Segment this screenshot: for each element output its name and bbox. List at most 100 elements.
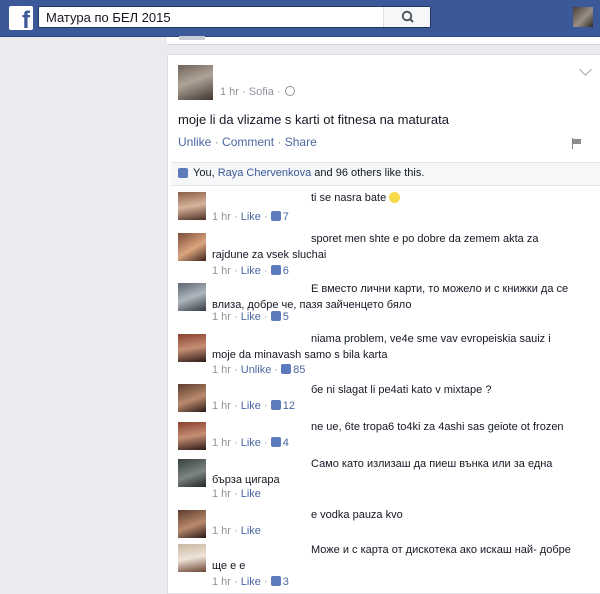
chevron-down-icon[interactable] — [579, 63, 592, 76]
post-card: 1 hr · Sofia · moje li da vlizame s kart… — [167, 54, 600, 594]
globe-icon — [284, 86, 295, 96]
facebook-logo-icon[interactable]: f — [9, 6, 33, 33]
comment-3: Е вместо лични карти, то можело и с книж… — [168, 280, 600, 332]
previous-post-fragment — [167, 36, 600, 45]
like-count[interactable]: 7 — [283, 211, 289, 223]
commenter-name-redacted — [212, 507, 311, 520]
post-location[interactable]: Sofia — [249, 86, 274, 98]
unlike-link[interactable]: Unlike — [241, 364, 272, 376]
likes-summary: You, Raya Chervenkova and 96 others like… — [171, 162, 600, 186]
thumbs-up-icon — [270, 265, 281, 275]
share-link[interactable]: Share — [285, 135, 317, 149]
comment-time[interactable]: 1 hr — [212, 364, 231, 376]
comment-text: бе ni slagat li pe4ati kato v mixtape ? — [311, 384, 492, 396]
commenter-avatar[interactable] — [178, 192, 206, 220]
comment-time[interactable]: 1 hr — [212, 311, 231, 323]
post-author-avatar[interactable] — [178, 65, 213, 100]
like-count[interactable]: 6 — [283, 265, 289, 277]
commenter-avatar[interactable] — [178, 544, 206, 572]
comment-text: ti se nasra bate — [311, 192, 387, 204]
comment-meta: 1 hr · Like · 5 — [212, 311, 289, 323]
comment-text-line: niama problem, ve4e sme vav evropeiskia … — [212, 331, 572, 363]
likes-prefix: You, — [193, 167, 218, 179]
comment-time[interactable]: 1 hr — [212, 265, 231, 277]
like-count[interactable]: 85 — [293, 364, 305, 376]
comment-8: e vodka pauza kvo 1 hr · Like — [168, 505, 600, 545]
thumbs-up-icon — [270, 311, 281, 321]
thumbs-up-icon — [270, 211, 281, 221]
comment-6: ne ue, 6te tropa6 to4ki za 4ashi sas gei… — [168, 418, 600, 458]
comment-text-line: e vodka pauza kvo — [212, 507, 572, 523]
commenter-avatar[interactable] — [178, 283, 206, 311]
comment-time[interactable]: 1 hr — [212, 576, 231, 588]
commenter-name-redacted — [212, 542, 311, 555]
like-link[interactable]: Like — [241, 211, 261, 223]
commenter-name-redacted — [212, 231, 311, 244]
unlike-link[interactable]: Unlike — [178, 135, 211, 149]
like-link[interactable]: Like — [241, 525, 261, 537]
comment-meta: 1 hr · Unlike · 85 — [212, 364, 306, 376]
like-link[interactable]: Like — [241, 400, 261, 412]
likes-suffix: and 96 others like this. — [311, 167, 425, 179]
like-count[interactable]: 5 — [283, 311, 289, 323]
comment-time[interactable]: 1 hr — [212, 400, 231, 412]
comment-link[interactable]: Comment — [222, 135, 274, 149]
like-count[interactable]: 4 — [283, 437, 289, 449]
like-link[interactable]: Like — [241, 576, 261, 588]
report-flag-icon[interactable] — [572, 138, 582, 149]
post-time[interactable]: 1 hr — [220, 86, 239, 98]
search-button[interactable] — [383, 7, 430, 27]
like-link[interactable]: Like — [241, 488, 261, 500]
post-actions: Unlike · Comment · Share — [178, 135, 317, 149]
profile-avatar[interactable] — [573, 7, 593, 27]
commenter-name-redacted — [212, 382, 311, 395]
comment-meta: 1 hr · Like · 3 — [212, 576, 289, 588]
comment-meta: 1 hr · Like · 6 — [212, 265, 289, 277]
comment-text-line: Само като излизаш да пиеш вънка или за е… — [212, 456, 572, 488]
comment-text: ne ue, 6te tropa6 to4ki za 4ashi sas gei… — [311, 421, 564, 433]
comment-text-line: ti se nasra bate — [212, 190, 572, 206]
like-link[interactable]: Like — [241, 311, 261, 323]
like-link[interactable]: Like — [241, 265, 261, 277]
comment-meta: 1 hr · Like · 12 — [212, 400, 295, 412]
commenter-name-redacted — [212, 419, 311, 432]
comment-9: Може и с карта от дискотека ако искаш на… — [168, 542, 600, 594]
comment-meta: 1 hr · Like — [212, 525, 261, 537]
commenter-avatar[interactable] — [178, 233, 206, 261]
like-link[interactable]: Like — [241, 437, 261, 449]
smile-emoji-icon — [389, 192, 401, 203]
like-count[interactable]: 3 — [283, 576, 289, 588]
post-text: moje li da vlizame s karti ot fitnesa na… — [178, 112, 449, 127]
comment-text: e vodka pauza kvo — [311, 509, 403, 521]
search-input[interactable]: Матура по БЕЛ 2015 — [38, 6, 431, 28]
search-value: Матура по БЕЛ 2015 — [46, 10, 171, 25]
search-icon — [401, 10, 414, 23]
comment-meta: 1 hr · Like · 4 — [212, 437, 289, 449]
comment-text-line: ne ue, 6te tropa6 to4ki za 4ashi sas gei… — [212, 419, 572, 435]
comment-text-line: Е вместо лични карти, то можело и с книж… — [212, 281, 572, 313]
commenter-avatar[interactable] — [178, 510, 206, 538]
commenter-avatar[interactable] — [178, 459, 206, 487]
comment-meta: 1 hr · Like — [212, 488, 261, 500]
comment-text-line: sporet men shte e po dobre da zemem akta… — [212, 231, 572, 263]
comment-4: niama problem, ve4e sme vav evropeiskia … — [168, 331, 600, 383]
thumbs-up-icon — [270, 400, 281, 410]
commenter-avatar[interactable] — [178, 422, 206, 450]
commenter-name-redacted — [212, 190, 311, 203]
comment-time[interactable]: 1 hr — [212, 488, 231, 500]
commenter-name-redacted — [212, 331, 311, 344]
left-column — [0, 37, 159, 594]
commenter-name-redacted — [212, 456, 311, 469]
like-count[interactable]: 12 — [283, 400, 295, 412]
liker-name-link[interactable]: Raya Chervenkova — [218, 167, 312, 179]
comment-2: sporet men shte e po dobre da zemem akta… — [168, 231, 600, 281]
thumbs-up-icon — [270, 437, 281, 447]
comment-time[interactable]: 1 hr — [212, 211, 231, 223]
post-meta: 1 hr · Sofia · — [220, 86, 295, 98]
comment-time[interactable]: 1 hr — [212, 525, 231, 537]
comment-1: ti se nasra bate 1 hr · Like · 7 — [168, 189, 600, 233]
top-navigation-bar: f Матура по БЕЛ 2015 — [0, 0, 600, 37]
commenter-avatar[interactable] — [178, 334, 206, 362]
commenter-avatar[interactable] — [178, 384, 206, 412]
comment-time[interactable]: 1 hr — [212, 437, 231, 449]
